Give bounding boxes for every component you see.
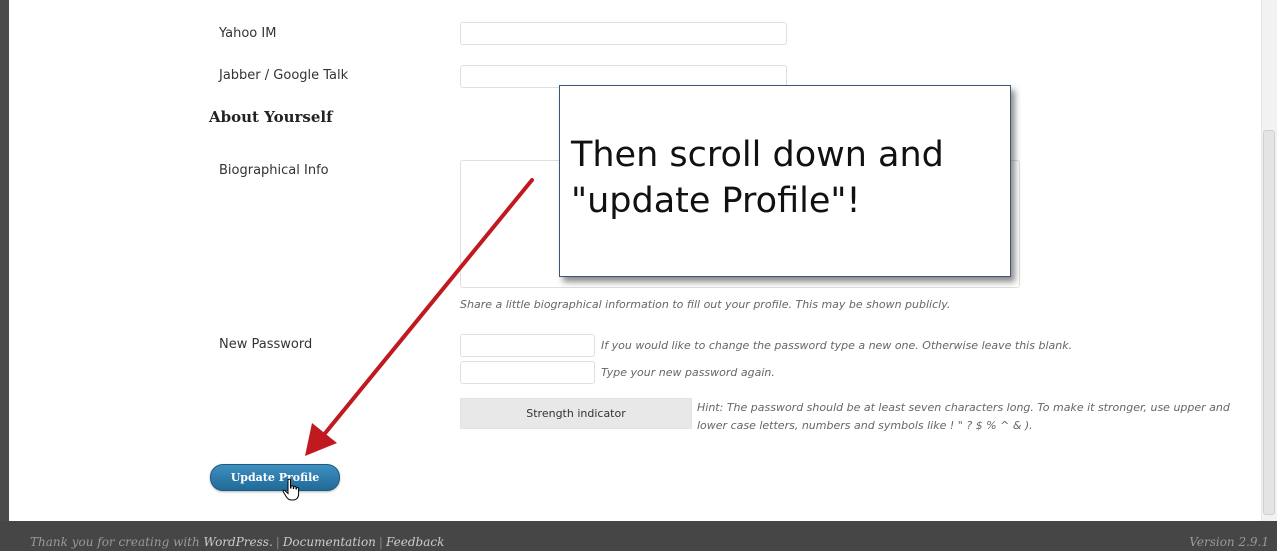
footer-version: Version 2.9.1 (1189, 535, 1269, 549)
about-yourself-heading: About Yourself (209, 108, 333, 126)
password-help-text: If you would like to change the password… (601, 339, 1073, 352)
new-password-label: New Password (219, 337, 313, 352)
password-again-help-text: Type your new password again. (601, 366, 775, 379)
footer-separator: | (378, 535, 383, 549)
footer-feedback-link[interactable]: Feedback (386, 535, 444, 549)
admin-footer: Thank you for creating with WordPress. | D… (0, 521, 1277, 551)
callout-line-1: Then scroll down and (571, 135, 944, 175)
callout-line-2: "update Profile"! (571, 181, 861, 221)
footer-documentation-link[interactable]: Documentation (283, 535, 376, 549)
tutorial-callout: Then scroll down and "update Profile"! (559, 85, 1011, 277)
footer-separator: | (275, 535, 280, 549)
hand-cursor-icon (282, 478, 300, 501)
bio-help-text: Share a little biographical information … (460, 298, 951, 311)
scrollbar-thumb[interactable] (1263, 130, 1275, 515)
new-password-input[interactable] (460, 334, 595, 357)
window-left-border (0, 0, 9, 551)
password-hint-text: Hint: The password should be at least se… (697, 401, 1230, 432)
yahoo-im-input[interactable] (460, 22, 787, 45)
footer-credits: Thank you for creating with WordPress. | D… (30, 535, 444, 549)
yahoo-im-label: Yahoo IM (219, 26, 277, 41)
jabber-label: Jabber / Google Talk (219, 68, 349, 83)
update-profile-button[interactable]: Update Profile (210, 464, 340, 491)
footer-thanks-text: Thank you for creating with (30, 535, 204, 549)
password-strength-indicator: Strength indicator (460, 398, 692, 429)
biographical-info-label: Biographical Info (219, 163, 329, 178)
footer-wordpress-link[interactable]: WordPress. (204, 535, 273, 549)
confirm-password-input[interactable] (460, 361, 595, 384)
